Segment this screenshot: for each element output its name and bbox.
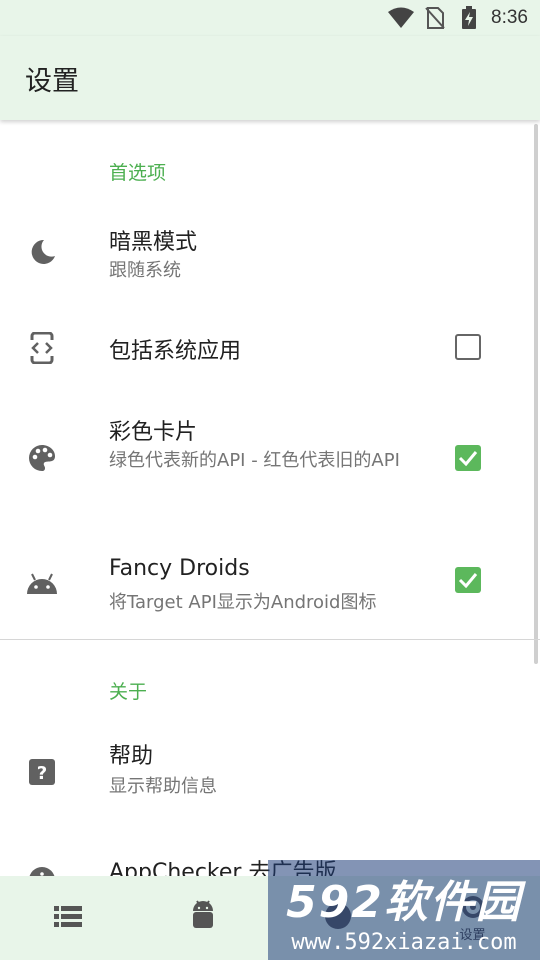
include-system-apps-setting[interactable]: 包括系统应用: [0, 316, 540, 380]
fancy-droids-checkbox[interactable]: [455, 567, 481, 593]
check-icon: [458, 573, 478, 588]
help-setting[interactable]: ? 帮助 显示帮助信息: [0, 726, 540, 816]
setting-title: Fancy Droids: [109, 556, 250, 581]
colored-cards-checkbox[interactable]: [455, 445, 481, 471]
settings-list: 首选项 暗黑模式 跟随系统 包括系统应用 彩色卡片 绿色代表新的API - 红色…: [0, 120, 540, 876]
android-icon: [190, 899, 216, 937]
status-bar: 8:36: [0, 0, 540, 36]
watermark: 592软件园 www.592xiazai.com: [268, 860, 540, 960]
app-code-icon: [24, 330, 60, 366]
nav-android[interactable]: [173, 888, 233, 948]
section-title-about: 关于: [109, 681, 148, 703]
svg-text:?: ?: [37, 763, 47, 784]
setting-summary: 将Target API显示为Android图标: [109, 592, 377, 613]
check-icon: [458, 451, 478, 466]
setting-title: 彩色卡片: [109, 420, 198, 445]
setting-title: 暗黑模式: [109, 230, 198, 255]
setting-summary: 绿色代表新的API - 红色代表旧的API: [109, 450, 400, 471]
app-bar: 设置: [0, 36, 540, 120]
include-system-apps-checkbox[interactable]: [455, 334, 481, 360]
watermark-url: www.592xiazai.com: [291, 929, 517, 955]
watermark-logo-text: 592软件园: [286, 876, 522, 928]
divider: [0, 639, 540, 640]
list-icon: [53, 905, 82, 931]
clock: 8:36: [491, 7, 528, 28]
wifi-icon: [387, 6, 415, 30]
moon-icon: [24, 234, 60, 270]
no-sim-icon: [421, 6, 449, 30]
setting-title: 包括系统应用: [109, 339, 242, 364]
dark-mode-setting[interactable]: 暗黑模式 跟随系统: [0, 210, 540, 302]
colored-cards-setting[interactable]: 彩色卡片 绿色代表新的API - 红色代表旧的API: [0, 402, 540, 512]
setting-summary: 显示帮助信息: [109, 776, 217, 797]
info-icon: [24, 862, 60, 876]
battery-charging-icon: [455, 6, 483, 30]
page-title: 设置: [25, 65, 79, 97]
fancy-droids-setting[interactable]: Fancy Droids 将Target API显示为Android图标: [0, 544, 540, 624]
nav-app-list[interactable]: [38, 888, 98, 948]
help-icon: ?: [24, 754, 60, 790]
palette-icon: [24, 440, 60, 476]
section-title-preferences: 首选项: [109, 162, 167, 184]
android-icon: [24, 566, 60, 602]
setting-summary: 跟随系统: [109, 260, 181, 281]
setting-title: 帮助: [109, 744, 154, 769]
